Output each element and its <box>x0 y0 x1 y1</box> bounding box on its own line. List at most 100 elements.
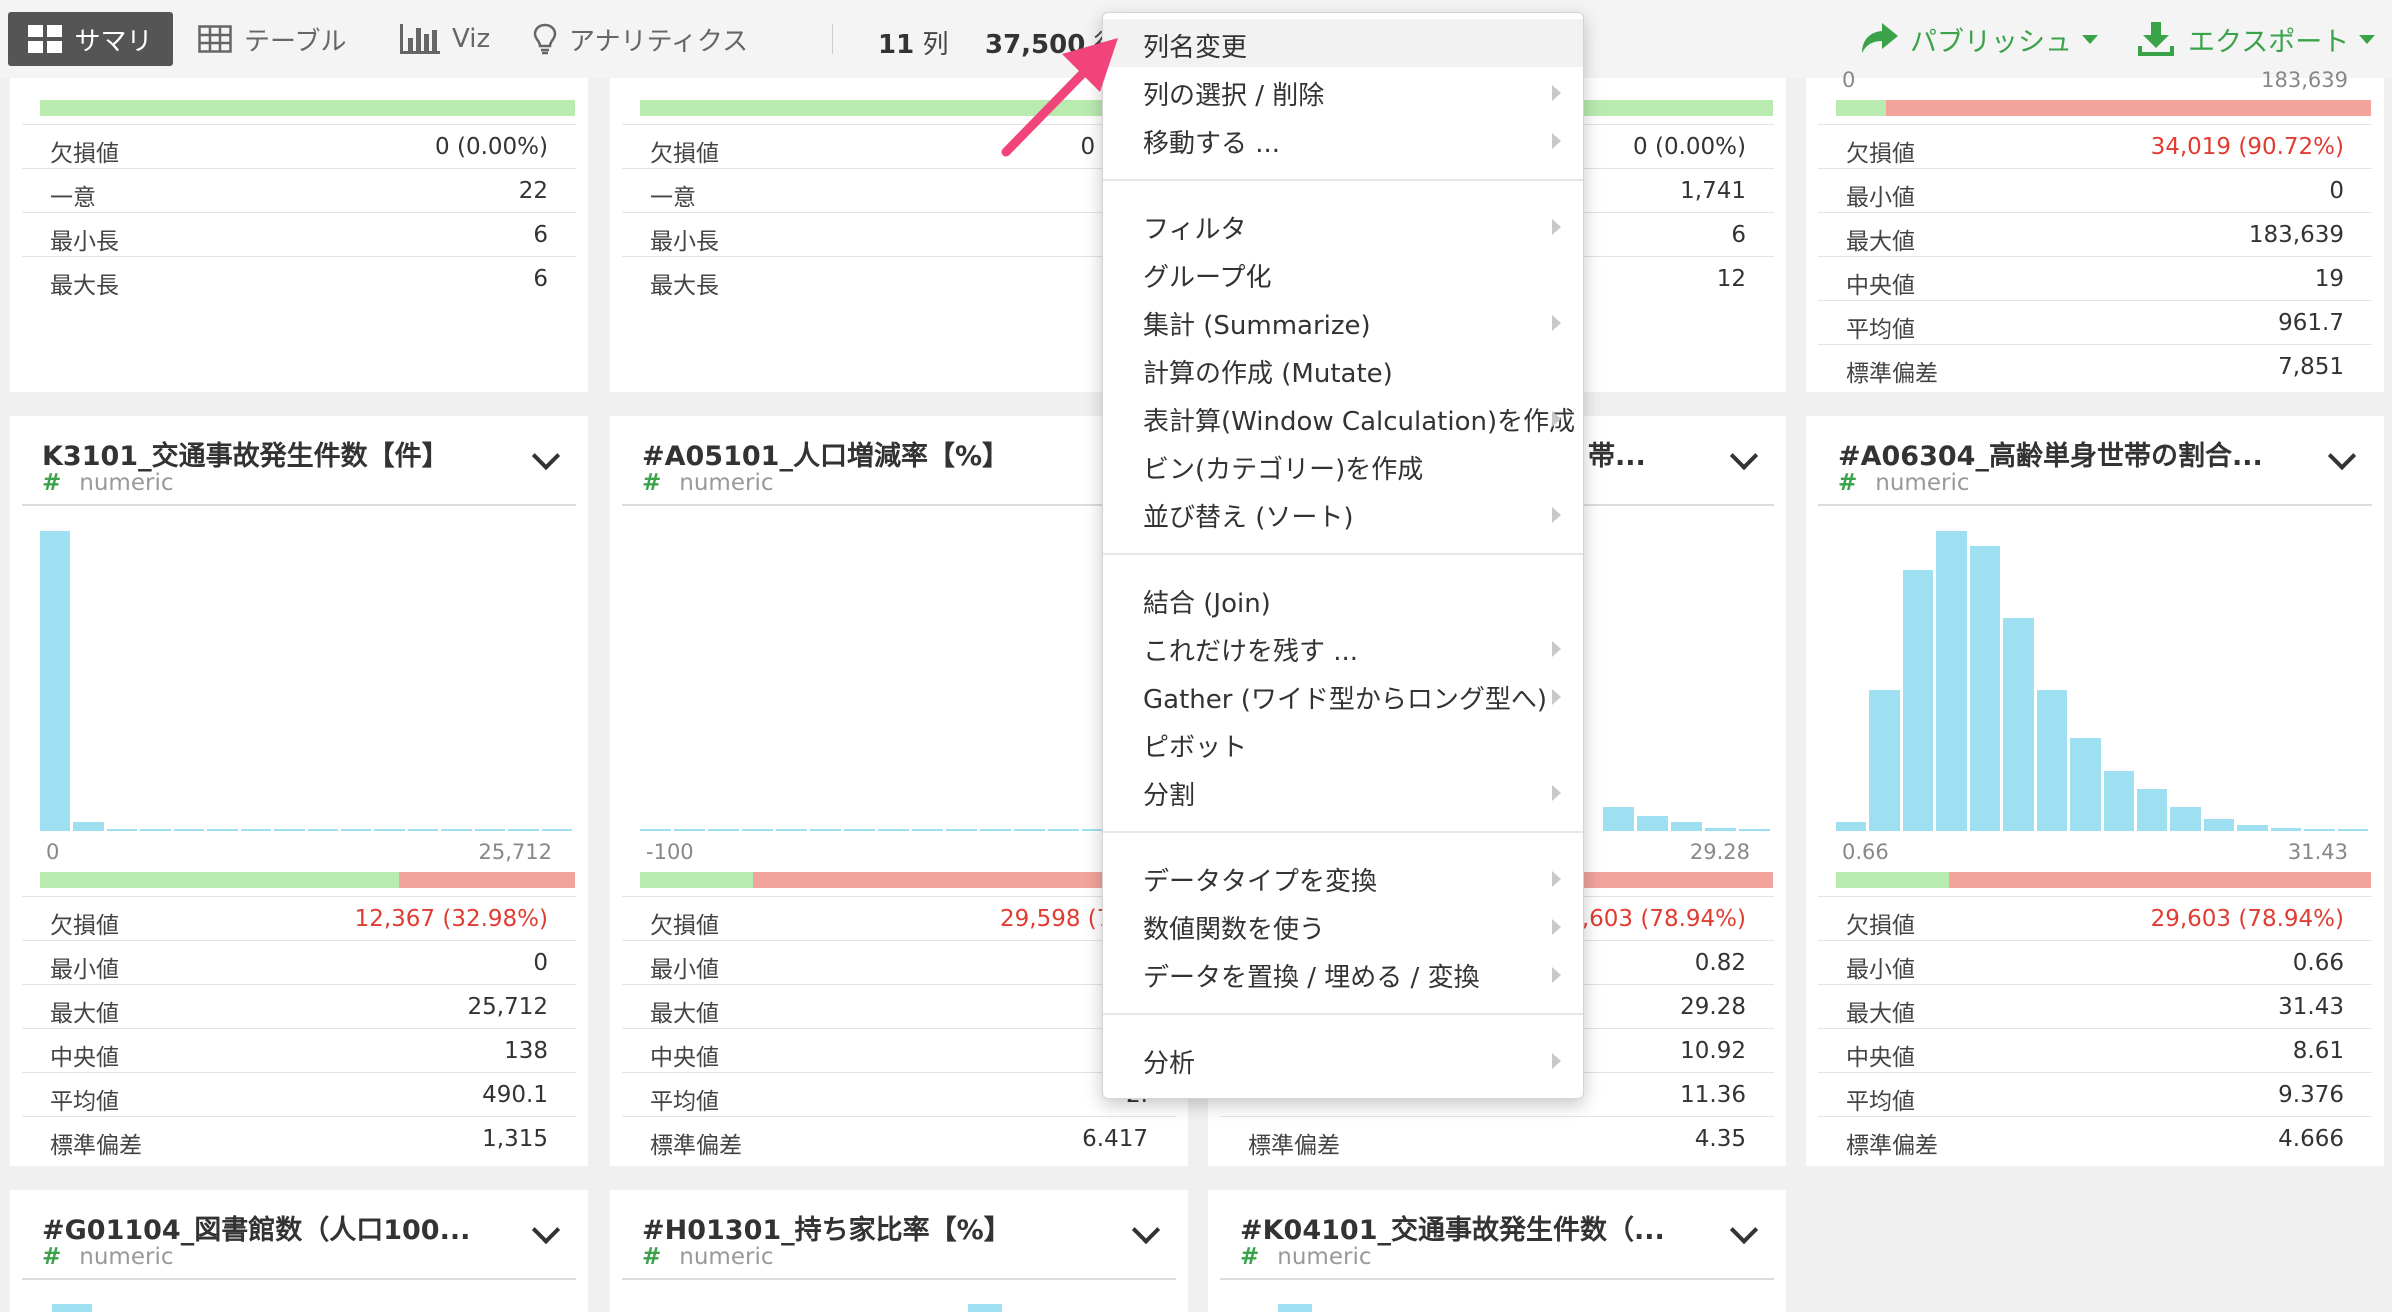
histogram-bar[interactable] <box>340 829 372 831</box>
histogram-bar[interactable] <box>173 829 205 831</box>
menu-item-label: 列の選択 / 削除 <box>1143 81 1325 111</box>
chevron-down-icon[interactable] <box>531 1215 561 1245</box>
histogram-bar[interactable] <box>508 829 539 831</box>
histogram-bar[interactable] <box>1671 822 1702 831</box>
histogram-bar[interactable] <box>844 829 875 831</box>
histogram-bar[interactable] <box>274 829 305 831</box>
histogram-bar[interactable] <box>2203 819 2235 831</box>
menu-item[interactable]: フィルタ <box>1103 201 1583 249</box>
stat-row: 欠損値 29,598 (78.9 <box>622 896 1176 941</box>
histogram-bar[interactable] <box>1014 829 1045 831</box>
histogram-bar[interactable] <box>776 829 807 831</box>
publish-button[interactable]: パブリッシュ <box>1860 14 2098 64</box>
histogram-bar[interactable] <box>1969 546 2001 831</box>
menu-item-label: 分析 <box>1143 1049 1196 1079</box>
histogram-bar[interactable] <box>640 829 671 831</box>
histogram-bar[interactable] <box>674 829 705 831</box>
histogram-bar[interactable] <box>878 829 909 831</box>
histogram-bar[interactable] <box>240 829 272 831</box>
histogram-bar[interactable] <box>441 829 472 831</box>
histogram-bar[interactable] <box>2103 771 2134 831</box>
menu-item[interactable]: 表計算(Window Calculation)を作成 <box>1103 393 1583 441</box>
histogram-bar[interactable] <box>2136 789 2168 831</box>
histogram-bar[interactable] <box>307 829 338 831</box>
histogram-bar[interactable] <box>2270 828 2302 831</box>
menu-item[interactable]: ピボット <box>1103 719 1583 767</box>
menu-item[interactable]: 分析 <box>1103 1035 1583 1083</box>
menu-item[interactable]: 計算の作成 (Mutate) <box>1103 345 1583 393</box>
histogram-bar[interactable] <box>1705 828 1736 831</box>
menu-item[interactable]: 結合 (Join) <box>1103 575 1583 623</box>
histogram-bar[interactable] <box>2337 829 2368 831</box>
histogram[interactable] <box>40 531 575 831</box>
histogram-bar[interactable] <box>40 531 71 831</box>
histogram-bar[interactable] <box>946 829 977 831</box>
histogram-bar[interactable] <box>1603 807 1634 831</box>
chevron-down-icon[interactable] <box>1729 1215 1759 1245</box>
menu-item[interactable]: データタイプを変換 <box>1103 853 1583 901</box>
histogram-bar[interactable] <box>1836 822 1867 831</box>
stat-label: 欠損値 <box>50 141 119 167</box>
tab-summary[interactable]: サマリ <box>8 12 173 66</box>
tab-analytics[interactable]: アナリティクス <box>533 12 748 66</box>
export-button[interactable]: エクスポート <box>2138 14 2376 64</box>
histogram-bar[interactable] <box>1048 829 1079 831</box>
histogram-bar[interactable] <box>140 829 171 831</box>
stat-label: 中央値 <box>1846 1045 1915 1071</box>
histogram-bar[interactable] <box>73 822 104 831</box>
chevron-down-icon[interactable] <box>1729 441 1759 471</box>
histogram-bar[interactable] <box>912 829 943 831</box>
histogram-bar[interactable] <box>1936 531 1967 831</box>
menu-item[interactable]: 並び替え (ソート) <box>1103 489 1583 537</box>
histogram-bar[interactable] <box>2036 690 2068 831</box>
missing-bar <box>1836 872 2371 888</box>
stat-row: 中央値 138 <box>22 1028 576 1073</box>
menu-item[interactable]: Gather (ワイド型からロング型へ) <box>1103 671 1583 719</box>
chevron-down-icon[interactable] <box>531 441 561 471</box>
range-min: 0 <box>1842 68 1856 92</box>
chevron-down-icon[interactable] <box>2327 441 2357 471</box>
stat-label: 欠損値 <box>1846 913 1915 939</box>
menu-separator <box>1103 831 1583 833</box>
histogram[interactable] <box>640 531 1453 831</box>
menu-item[interactable]: 移動する ... <box>1103 115 1583 163</box>
histogram-bar[interactable] <box>106 829 138 831</box>
stat-value: 4.666 <box>2278 1126 2344 1152</box>
histogram-bar[interactable] <box>1739 829 1770 831</box>
histogram-bar[interactable] <box>2237 825 2268 831</box>
menu-item[interactable]: 列の選択 / 削除 <box>1103 67 1583 115</box>
histogram-bar[interactable] <box>207 829 238 831</box>
missing-fill <box>398 872 575 888</box>
column-title: #K04101_交通事故発生件数（... <box>1240 1215 1665 1246</box>
histogram-bar[interactable] <box>980 829 1011 831</box>
menu-item[interactable]: グループ化 <box>1103 249 1583 297</box>
menu-item[interactable]: 列名変更 <box>1103 19 1583 67</box>
menu-item[interactable]: これだけを残す ... <box>1103 623 1583 671</box>
histogram-bar[interactable] <box>2304 829 2335 831</box>
histogram-bar[interactable] <box>810 829 841 831</box>
histogram-bar[interactable] <box>2070 738 2101 831</box>
menu-item[interactable]: 分割 <box>1103 767 1583 815</box>
stat-value: 6 <box>533 266 548 292</box>
tab-viz-label: Viz <box>452 24 491 54</box>
menu-item[interactable]: ビン(カテゴリー)を作成 <box>1103 441 1583 489</box>
tab-table[interactable]: テーブル <box>198 12 346 66</box>
histogram-bar[interactable] <box>407 829 439 831</box>
histogram-bar[interactable] <box>708 829 739 831</box>
histogram-bar[interactable] <box>2003 618 2034 831</box>
menu-item[interactable]: データを置換 / 埋める / 変換 <box>1103 949 1583 997</box>
menu-item[interactable]: 集計 (Summarize) <box>1103 297 1583 345</box>
histogram[interactable] <box>1836 531 2371 831</box>
tab-viz[interactable]: Viz <box>400 12 490 66</box>
menu-item[interactable]: 数値関数を使う <box>1103 901 1583 949</box>
histogram-bar[interactable] <box>1637 816 1668 831</box>
histogram-bar[interactable] <box>742 829 773 831</box>
column-type-label: numeric <box>79 470 174 496</box>
histogram-bar[interactable] <box>1869 690 1900 831</box>
chevron-down-icon[interactable] <box>1131 1215 1161 1245</box>
histogram-bar[interactable] <box>2170 807 2201 831</box>
histogram-bar[interactable] <box>1902 570 1934 831</box>
histogram-bar[interactable] <box>541 829 572 831</box>
histogram-bar[interactable] <box>374 829 405 831</box>
histogram-bar[interactable] <box>474 829 506 831</box>
